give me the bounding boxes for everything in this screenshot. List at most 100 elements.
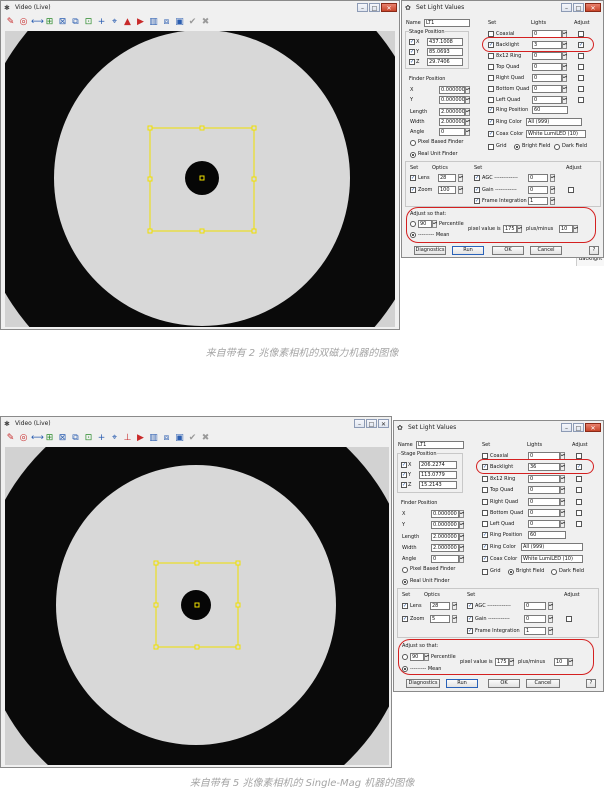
check-icon[interactable]: ✔ — [187, 433, 198, 444]
box-tool-icon[interactable]: ⊠ — [57, 17, 68, 28]
stage-y-field[interactable]: 113.0779 — [419, 471, 457, 479]
dark-field-radio[interactable] — [551, 569, 557, 575]
zoom-box-icon[interactable]: ⧉ — [70, 433, 81, 444]
name-field[interactable]: LT1 — [416, 441, 464, 449]
frame-integration-spinner[interactable]: ▴▾ — [550, 197, 555, 205]
box-tool-icon[interactable]: ⊠ — [57, 433, 68, 444]
pixel-based-radio[interactable] — [402, 567, 408, 573]
light-value-field[interactable]: 0 — [528, 497, 560, 506]
frame-integration-field[interactable]: 1 — [528, 197, 548, 205]
frame-tool-icon[interactable]: ▣ — [174, 17, 185, 28]
lens-checkbox[interactable]: ✓ — [402, 603, 408, 609]
zoom-spinner[interactable]: ▴▾ — [458, 186, 463, 194]
focus-tool-icon[interactable]: ⊡ — [83, 433, 94, 444]
light-value-field[interactable]: 0 — [532, 74, 562, 82]
bright-field-radio[interactable] — [514, 144, 520, 150]
ring-position-checkbox[interactable]: ✓ — [488, 107, 494, 113]
light-value-field[interactable]: 0 — [528, 474, 560, 483]
frame-integration-field[interactable]: 1 — [524, 627, 546, 635]
light-set-checkbox[interactable] — [488, 75, 494, 81]
light-set-checkbox[interactable] — [488, 97, 494, 103]
stage-z-checkbox[interactable]: ✓ — [401, 482, 407, 488]
zoom-field[interactable]: 5 — [430, 615, 450, 623]
light-value-field[interactable]: 0 — [528, 520, 560, 529]
ok-button[interactable]: OK — [492, 246, 524, 255]
light-adjust-checkbox[interactable] — [576, 510, 582, 516]
arrow-tool-icon[interactable]: ⟷ — [31, 17, 44, 28]
agc-field[interactable]: 0 — [524, 602, 546, 610]
zoom-box-icon[interactable]: ⧉ — [70, 17, 81, 28]
coax-color-select[interactable]: White LumiLED (10) — [526, 130, 586, 138]
close-button[interactable]: ✕ — [585, 423, 601, 432]
flag-tool-icon[interactable]: ▶ — [135, 433, 146, 444]
light-value-spinner[interactable]: ▴▾ — [562, 74, 567, 82]
run-button[interactable]: Run — [446, 679, 478, 688]
grid-checkbox[interactable] — [488, 144, 494, 150]
stage-x-checkbox[interactable]: ✓ — [401, 462, 407, 468]
frame-integration-checkbox[interactable]: ✓ — [474, 198, 480, 204]
crosshair-icon[interactable]: + — [96, 433, 107, 444]
maximize-button[interactable]: □ — [573, 423, 584, 432]
lens-field[interactable]: 28 — [430, 602, 450, 610]
light-tool-icon[interactable]: ▲ — [122, 17, 133, 28]
light-set-checkbox[interactable] — [482, 521, 488, 528]
center-tool-icon[interactable]: ⌖ — [109, 433, 120, 444]
real-unit-radio[interactable] — [410, 152, 416, 158]
flag-tool-icon[interactable]: ▶ — [135, 17, 146, 28]
lens-spinner[interactable]: ▴▾ — [458, 174, 463, 182]
maximize-button[interactable]: □ — [573, 3, 584, 12]
light-set-checkbox[interactable] — [482, 510, 488, 516]
coax-color-checkbox[interactable]: ✓ — [482, 556, 488, 562]
light-value-spinner[interactable]: ▴▾ — [562, 85, 567, 93]
ring-color-checkbox[interactable]: ✓ — [488, 119, 494, 125]
light-adjust-checkbox[interactable] — [576, 498, 582, 505]
length-field[interactable]: 2.000000 — [431, 533, 459, 541]
ok-button[interactable]: OK — [488, 679, 520, 688]
ruler-tool-icon[interactable]: ⊥ — [122, 433, 133, 444]
minimize-button[interactable]: – — [354, 419, 365, 428]
dark-field-radio[interactable] — [554, 144, 560, 150]
minimize-button[interactable]: – — [561, 3, 572, 12]
ring-position-field[interactable]: 60 — [532, 106, 568, 114]
light-adjust-checkbox[interactable] — [578, 53, 584, 59]
length-field[interactable]: 2.000000 — [439, 108, 465, 116]
light-value-spinner[interactable]: ▴▾ — [560, 486, 565, 495]
light-value-spinner[interactable]: ▴▾ — [560, 474, 565, 483]
gain-field[interactable]: 0 — [524, 615, 546, 623]
light-set-checkbox[interactable] — [482, 475, 488, 482]
run-button[interactable]: Run — [452, 246, 484, 255]
light-value-spinner[interactable]: ▴▾ — [560, 520, 565, 529]
agc-spinner[interactable]: ▴▾ — [548, 602, 553, 610]
stage-z-field[interactable]: 15.2143 — [419, 481, 457, 489]
image-tool-icon[interactable]: ⧈ — [161, 433, 172, 444]
finder-y-spinner[interactable]: ▴▾ — [459, 521, 464, 529]
name-field[interactable]: LT1 — [424, 19, 470, 27]
light-value-spinner[interactable]: ▴▾ — [560, 497, 565, 506]
angle-spinner[interactable]: ▴▾ — [459, 555, 464, 563]
frame-tool-icon[interactable]: ▣ — [174, 433, 185, 444]
angle-spinner[interactable]: ▴▾ — [465, 128, 470, 136]
light-set-checkbox[interactable] — [482, 498, 488, 505]
light-value-field[interactable]: 0 — [528, 509, 560, 517]
cancel-button[interactable]: Cancel — [526, 679, 560, 688]
grid-checkbox[interactable] — [482, 569, 488, 575]
lens-spinner[interactable]: ▴▾ — [452, 602, 457, 610]
coax-color-select[interactable]: White LumiLED (10) — [521, 555, 583, 563]
stage-x-checkbox[interactable]: ✓ — [409, 39, 415, 45]
bright-field-radio[interactable] — [508, 569, 514, 575]
light-adjust-checkbox[interactable] — [576, 521, 582, 528]
crosshair-icon[interactable]: + — [96, 17, 107, 28]
stage-z-field[interactable]: 29.7406 — [427, 58, 463, 66]
gain-checkbox[interactable]: ✓ — [474, 187, 480, 193]
cancel-button[interactable]: Cancel — [530, 246, 562, 255]
stage-z-checkbox[interactable]: ✓ — [409, 59, 415, 65]
help-button[interactable]: ? — [589, 246, 599, 255]
stage-x-field[interactable]: 437.1008 — [427, 38, 463, 46]
stage-y-checkbox[interactable]: ✓ — [401, 472, 407, 478]
finder-y-spinner[interactable]: ▴▾ — [465, 96, 470, 104]
light-value-spinner[interactable]: ▴▾ — [562, 52, 567, 60]
agc-checkbox[interactable]: ✓ — [467, 603, 473, 609]
light-adjust-checkbox[interactable] — [578, 64, 584, 70]
close-button[interactable]: ✕ — [585, 3, 601, 12]
width-spinner[interactable]: ▴▾ — [459, 544, 464, 552]
